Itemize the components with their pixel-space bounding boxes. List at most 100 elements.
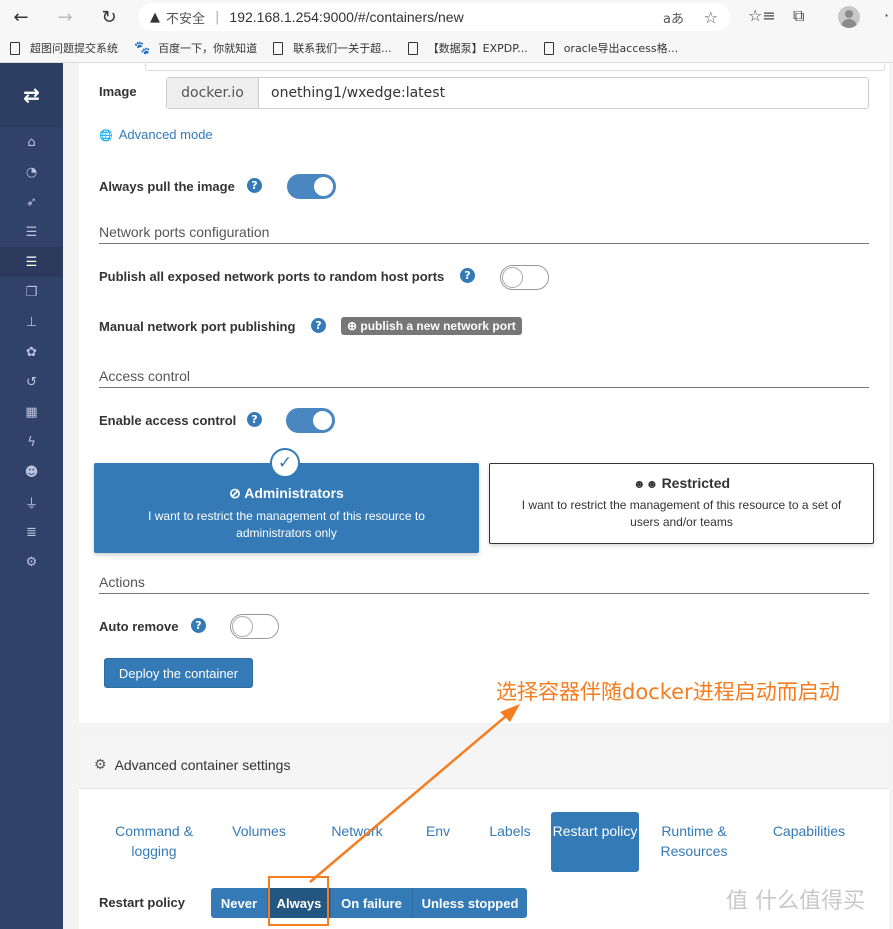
tab-runtime-resources[interactable]: Runtime & Resources [649, 812, 739, 872]
sidebar-menu: ⌂ ◔ ➶ ☰ ☰ ❐ ⊥ ✿ ↺ ▦ ϟ ☻ ⏚ ≣ ⚙ [0, 127, 63, 577]
home-icon: ⌂ [27, 134, 36, 150]
restart-never-button[interactable]: Never [211, 888, 268, 918]
bookmark-item[interactable]: oracle导出access格... [543, 40, 679, 56]
annotation-highlight-box [268, 876, 329, 926]
stacks-icon: ☰ [25, 224, 38, 240]
watermark: 值 什么值得买 [726, 889, 865, 914]
sidebar-item-events[interactable]: ↺ [0, 367, 63, 397]
endpoints-icon: ⏚ [24, 496, 38, 512]
collections-icon[interactable]: ⧉ [793, 6, 804, 26]
dashboard-icon: ◔ [25, 164, 38, 180]
auto-remove-toggle[interactable] [230, 614, 279, 639]
gear-icon: ⚙ [94, 756, 107, 772]
favorites-icon[interactable]: ☆≡ [748, 6, 776, 25]
users-icon: ☻ [24, 464, 39, 480]
restart-policy-group: Never Always On failure Unless stopped [211, 888, 527, 918]
restart-unless-stopped-button[interactable]: Unless stopped [413, 888, 527, 918]
sidebar-item-containers[interactable]: ☰ [0, 247, 63, 277]
sidebar-item-images[interactable]: ❐ [0, 277, 63, 307]
publish-port-button[interactable]: ⊕ publish a new network port [341, 317, 522, 335]
previous-input-edge [145, 63, 885, 71]
settings-icon: ⚙ [25, 554, 38, 570]
sidebar-item-host[interactable]: ▦ [0, 397, 63, 427]
tab-volumes[interactable]: Volumes [219, 812, 299, 872]
bookmark-label: 【数据泵】EXPDP... [427, 42, 528, 55]
globe-icon: 🌐 [99, 130, 113, 142]
sidebar-item-settings[interactable]: ⚙ [0, 547, 63, 577]
bookmark-item[interactable]: 【数据泵】EXPDP... [407, 40, 528, 56]
access-option-description: I want to restrict the management of thi… [148, 509, 425, 540]
reload-icon[interactable]: ↻ [98, 6, 120, 28]
networks-icon: ⊥ [25, 314, 38, 330]
access-option-title: ⊘ Administrators [94, 485, 479, 502]
manual-publish-label: Manual network port publishing [99, 319, 296, 334]
sidebar-item-dashboard[interactable]: ◔ [0, 157, 63, 187]
browser-toolbar: ← → ↻ ▲ 不安全 | 192.168.1.254:9000/#/conta… [0, 0, 893, 34]
help-icon[interactable]: ? [460, 268, 475, 283]
advanced-mode-link[interactable]: 🌐 Advanced mode [99, 127, 213, 142]
auto-remove-label: Auto remove [99, 619, 179, 634]
deploy-container-button[interactable]: Deploy the container [104, 658, 253, 688]
baidu-paw-icon: 🐾 [134, 40, 151, 56]
enable-access-toggle[interactable] [286, 408, 335, 433]
sidebar-item-registries[interactable]: ≣ [0, 517, 63, 547]
forward-icon[interactable]: → [54, 6, 76, 28]
tab-command-logging[interactable]: Command & logging [111, 812, 197, 872]
profile-avatar[interactable] [838, 6, 860, 28]
always-pull-label: Always pull the image [99, 179, 235, 194]
help-icon[interactable]: ? [191, 618, 206, 633]
sidebar-item-users[interactable]: ☻ [0, 457, 63, 487]
sidebar-item-extensions[interactable]: ϟ [0, 427, 63, 457]
sidebar-item-home[interactable]: ⌂ [0, 127, 63, 157]
sidebar-item-endpoints[interactable]: ⏚ [0, 487, 63, 517]
help-icon[interactable]: ? [311, 318, 326, 333]
tab-labels[interactable]: Labels [479, 812, 541, 872]
read-aloud-icon[interactable]: aあ [663, 8, 684, 27]
users-icon: ☻☻ [632, 477, 662, 491]
sidebar-item-stacks[interactable]: ☰ [0, 217, 63, 247]
tab-capabilities[interactable]: Capabilities [759, 812, 859, 872]
bookmark-item[interactable]: 超图问题提交系统 [10, 40, 118, 56]
bookmark-item[interactable]: 联系我们一关于超... [273, 40, 392, 56]
restart-on-failure-button[interactable]: On failure [331, 888, 413, 918]
toggle-knob [232, 616, 253, 637]
url-text[interactable]: 192.168.1.254:9000/#/containers/new [229, 9, 463, 25]
toggle-knob [502, 267, 523, 288]
publish-all-toggle[interactable] [500, 265, 549, 290]
portainer-logo-icon[interactable]: ⇄ [0, 63, 63, 127]
tab-env[interactable]: Env [416, 812, 460, 872]
bookmark-label: oracle导出access格... [563, 42, 679, 55]
help-icon[interactable]: ? [247, 412, 262, 427]
more-icon[interactable]: · [884, 6, 889, 25]
registries-icon: ≣ [26, 524, 37, 540]
image-input-group: docker.io [166, 77, 869, 109]
access-option-restricted[interactable]: ☻☻ Restricted I want to restrict the man… [489, 463, 874, 544]
sidebar-item-networks[interactable]: ⊥ [0, 307, 63, 337]
image-input[interactable] [259, 78, 868, 108]
containers-icon: ☰ [25, 254, 38, 270]
sidebar-item-app-templates[interactable]: ➶ [0, 187, 63, 217]
extensions-icon: ϟ [27, 434, 36, 450]
page-icon [273, 41, 284, 55]
access-option-title-text: Restricted [661, 475, 731, 491]
publish-all-label: Publish all exposed network ports to ran… [99, 269, 445, 284]
tab-network[interactable]: Network [319, 812, 395, 872]
tab-restart-policy[interactable]: Restart policy [551, 812, 639, 872]
always-pull-toggle[interactable] [287, 174, 336, 199]
sidebar-item-volumes[interactable]: ✿ [0, 337, 63, 367]
bookmark-label: 联系我们一关于超... [293, 42, 392, 55]
security-label[interactable]: 不安全 [166, 8, 205, 27]
address-bar[interactable]: ▲ 不安全 | 192.168.1.254:9000/#/containers/… [138, 3, 730, 31]
back-icon[interactable]: ← [10, 6, 32, 28]
bookmark-item[interactable]: 🐾 百度一下，你就知道 [134, 40, 257, 56]
actions-section-title: Actions [99, 574, 869, 594]
help-icon[interactable]: ? [247, 178, 262, 193]
page-icon [407, 41, 418, 55]
warning-icon[interactable]: ▲ [150, 10, 160, 25]
advanced-settings-header: ⚙ Advanced container settings [79, 741, 889, 789]
access-option-title-text: Administrators [244, 485, 344, 501]
selected-check-icon: ✓ [270, 448, 300, 478]
enable-access-label: Enable access control [99, 413, 237, 428]
toggle-knob [312, 410, 333, 431]
add-favorite-icon[interactable]: ☆ [704, 8, 718, 27]
